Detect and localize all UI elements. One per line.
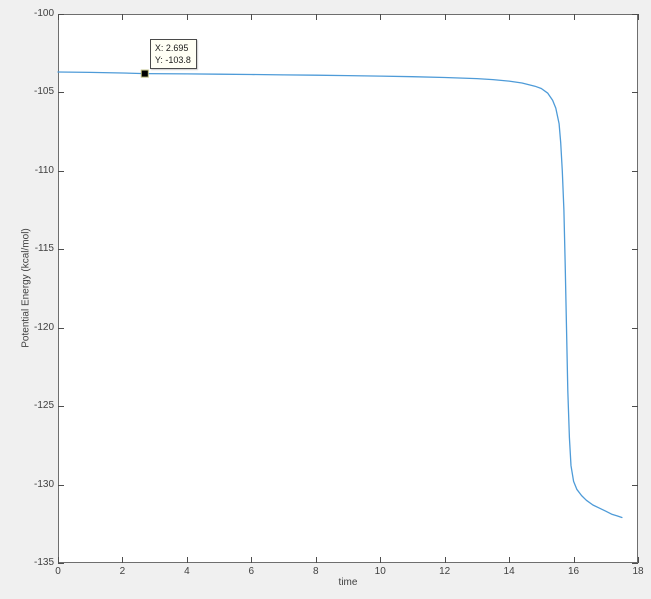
datatip-x-value: X: 2.695	[154, 42, 189, 53]
y-tick-label: -135	[33, 557, 54, 568]
y-tick-label: -100	[33, 8, 54, 19]
y-tick-label: -105	[33, 86, 54, 98]
datatip-y-value: Y: -103.8	[154, 54, 191, 65]
datatip-tooltip[interactable]: X: 2.695 Y: -103.8	[149, 38, 197, 69]
y-tick-label: -130	[33, 478, 54, 490]
plot-svg	[57, 14, 639, 564]
figure-canvas: 0 2 4 6 8 10 12 14 16 18 -100 -105 -110 -115 -120 -125-…	[0, 0, 651, 599]
y-tick-label: -110	[34, 164, 54, 176]
y-tick-label: -120	[33, 321, 54, 333]
y-axis-label: Potential Energy (kcal/mol)	[20, 228, 32, 348]
x-axis-label: time	[338, 577, 358, 588]
y-tick-label: -115	[34, 243, 54, 255]
y-tick-label: -125	[33, 400, 54, 412]
datatip-marker[interactable]	[140, 69, 149, 78]
